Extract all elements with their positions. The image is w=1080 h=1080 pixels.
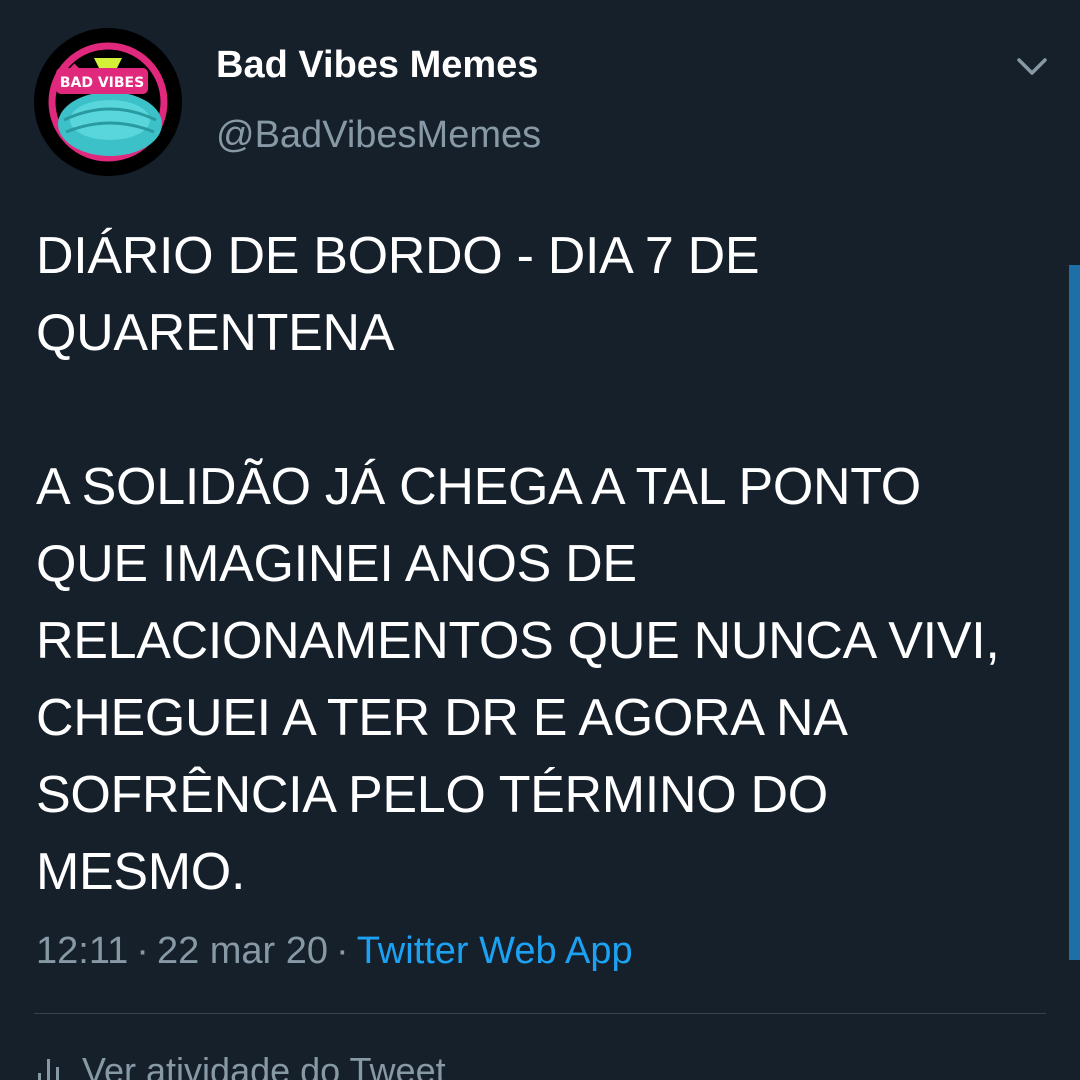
avatar-logo-text: BAD VIBES	[60, 75, 144, 91]
tweet-menu-button[interactable]	[1012, 50, 1052, 84]
bad-vibes-logo-icon: BAD VIBES	[34, 28, 182, 176]
avatar[interactable]: BAD VIBES	[34, 28, 182, 176]
bar-chart-icon	[34, 1051, 64, 1080]
separator: ·	[336, 930, 349, 972]
author-handle[interactable]: @BadVibesMemes	[216, 114, 541, 157]
view-tweet-activity-label: Ver atividade do Tweet	[82, 1050, 446, 1080]
tweet-card: BAD VIBES Bad Vibes Memes @BadVibesMemes…	[0, 0, 1080, 1080]
author-display-name[interactable]: Bad Vibes Memes	[216, 44, 538, 87]
separator: ·	[136, 930, 149, 972]
tweet-text: DIÁRIO DE BORDO - DIA 7 DE QUARENTENA A …	[36, 227, 1000, 901]
divider	[34, 1013, 1046, 1014]
tweet-time[interactable]: 12:11	[36, 930, 128, 972]
tweet-source-link[interactable]: Twitter Web App	[357, 930, 633, 972]
view-tweet-activity-link[interactable]: Ver atividade do Tweet	[34, 1050, 446, 1080]
scrollbar[interactable]	[1069, 265, 1080, 960]
tweet-metadata: 12:11 · 22 mar 20 · Twitter Web App	[36, 930, 633, 973]
chevron-down-icon	[1017, 58, 1047, 75]
tweet-date[interactable]: 22 mar 20	[157, 930, 328, 972]
